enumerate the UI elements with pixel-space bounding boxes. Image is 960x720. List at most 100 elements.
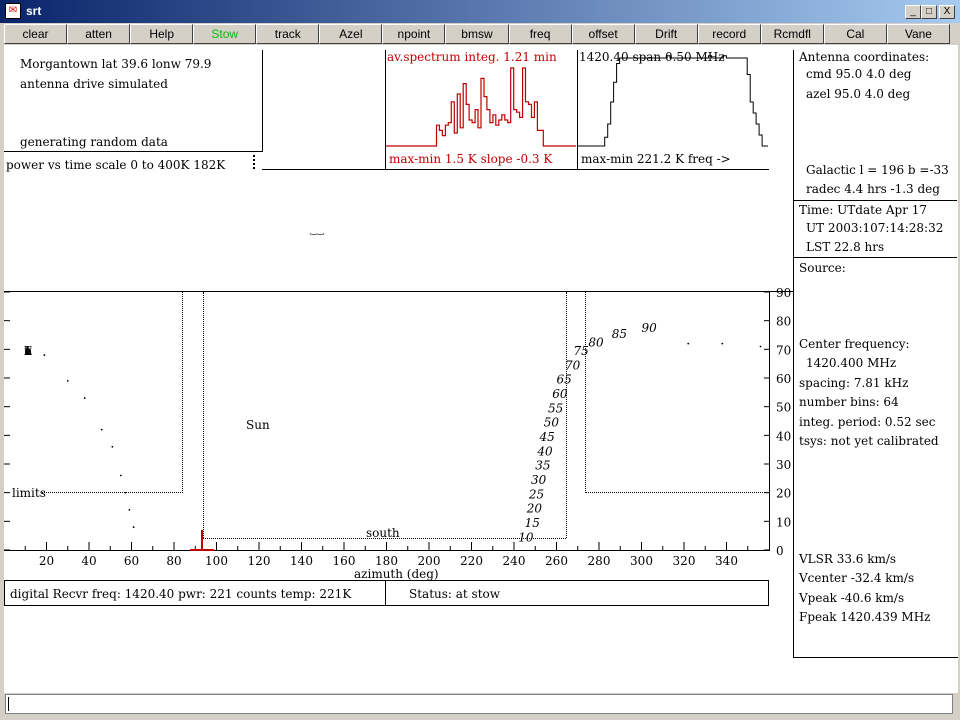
x-tick-label: 80 <box>166 554 181 568</box>
y-tick-label: 80 <box>776 315 791 329</box>
track-label: 10 <box>518 530 534 544</box>
x-tick-label: 260 <box>545 554 568 568</box>
ut-time: UT 2003:107:14:28:32 <box>806 221 944 235</box>
cal-button[interactable]: Cal <box>823 24 887 44</box>
help-button[interactable]: Help <box>130 24 194 44</box>
vpeak-text: Vpeak -40.6 km/s <box>799 591 905 605</box>
power-time-box <box>262 50 386 170</box>
vlsr-text: VLSR 33.6 km/s <box>799 552 897 566</box>
track-label: 40 <box>536 444 553 458</box>
source-label: Source: <box>799 261 846 275</box>
track-label: 20 <box>526 502 543 516</box>
av-spectrum-plot <box>386 67 576 147</box>
galactic-coords: Galactic l = 196 b =-33 <box>806 163 949 177</box>
x-tick-label: 180 <box>375 554 398 568</box>
command-input[interactable] <box>5 694 953 714</box>
x-tick-label: 280 <box>588 554 611 568</box>
data-status-text: generating random data <box>20 135 168 149</box>
x-tick-label: 140 <box>290 554 313 568</box>
track-label: 90 <box>642 321 658 335</box>
track-label: 55 <box>548 401 563 415</box>
freq-button[interactable]: freq <box>508 24 572 44</box>
track-label: 70 <box>565 358 581 372</box>
atten-button[interactable]: atten <box>67 24 131 44</box>
track-point <box>687 342 690 345</box>
av-spectrum-footer: max-min 1.5 K slope -0.3 K <box>389 152 553 166</box>
close-button[interactable]: X <box>939 5 955 19</box>
track-label: 35 <box>535 459 550 473</box>
time-label: Time: UTdate Apr 17 <box>799 203 928 217</box>
right-panel <box>793 50 958 658</box>
window-title: srt <box>26 4 42 18</box>
power-scale-label: power vs time scale 0 to 400K 182K <box>6 158 226 172</box>
sun-track-point <box>111 445 114 448</box>
offset-button[interactable]: offset <box>571 24 635 44</box>
text-caret <box>8 697 9 711</box>
record-button[interactable]: record <box>697 24 761 44</box>
track-button[interactable]: track <box>256 24 320 44</box>
power-scale-marker <box>253 155 255 169</box>
x-tick-label: 120 <box>248 554 271 568</box>
sun-track-point <box>128 508 131 511</box>
y-tick-label: 40 <box>776 429 791 443</box>
x-tick-label: 20 <box>39 554 54 568</box>
y-tick-label: 70 <box>776 343 791 357</box>
stow-button[interactable]: Stow <box>193 24 257 44</box>
status-divider <box>385 580 386 606</box>
drive-text: antenna drive simulated <box>20 77 168 91</box>
sun-track-point <box>43 354 46 356</box>
drift-button[interactable]: Drift <box>634 24 698 44</box>
azel-button[interactable]: Azel <box>319 24 383 44</box>
clear-button[interactable]: clear <box>4 24 68 44</box>
minimize-button[interactable]: _ <box>905 5 921 19</box>
track-label: 30 <box>531 473 547 487</box>
center-freq-label: Center frequency: <box>799 337 910 351</box>
sun-track-point <box>100 428 103 431</box>
track-label: 45 <box>539 430 555 444</box>
location-text: Morgantown lat 39.6 lonw 79.9 <box>20 57 212 71</box>
title-bar <box>0 0 960 23</box>
power-trace: ·‒·‒· <box>309 230 325 240</box>
y-tick-label: 90 <box>776 286 791 300</box>
spacing-text: spacing: 7.81 kHz <box>799 376 909 390</box>
tsys-text: tsys: not yet calibrated <box>799 434 939 448</box>
right-divider-2 <box>793 257 957 258</box>
track-point <box>721 342 724 345</box>
maximize-button[interactable]: □ <box>921 5 937 19</box>
rcmdfl-button[interactable]: Rcmdfl <box>760 24 824 44</box>
x-tick-label: 40 <box>81 554 96 568</box>
y-tick-label: 50 <box>776 401 791 415</box>
npoint-button[interactable]: npoint <box>382 24 446 44</box>
vane-button[interactable]: Vane <box>886 24 950 44</box>
x-tick-label: 240 <box>503 554 526 568</box>
track-label: 85 <box>612 327 627 341</box>
center-freq-value: 1420.400 MHz <box>806 356 897 370</box>
track-point <box>759 345 762 348</box>
sun-track-point <box>119 474 122 477</box>
receiver-text: digital Recvr freq: 1420.40 pwr: 221 cou… <box>10 587 352 601</box>
app-icon: ✉ <box>5 3 21 19</box>
y-tick-label: 30 <box>776 458 791 472</box>
x-tick-label: 100 <box>205 554 228 568</box>
sun-track-point <box>124 491 127 494</box>
x-tick-label: 220 <box>460 554 483 568</box>
sun-track-point <box>66 379 69 382</box>
y-tick-label: 20 <box>776 487 791 501</box>
antenna-azel: azel 95.0 4.0 deg <box>806 87 911 101</box>
x-tick-label: 340 <box>715 554 738 568</box>
lst-time: LST 22.8 hrs <box>806 240 885 254</box>
track-label: 75 <box>574 344 589 358</box>
sun-track-point <box>132 526 135 528</box>
y-tick-label: 10 <box>776 515 791 529</box>
right-divider-1 <box>793 200 957 201</box>
antenna-heading: Antenna coordinates: <box>799 50 930 64</box>
y-tick-label: 60 <box>776 372 791 386</box>
y-tick-label: 0 <box>776 544 784 558</box>
track-label: 15 <box>525 516 540 530</box>
fpeak-text: Fpeak 1420.439 MHz <box>799 610 931 624</box>
bmsw-button[interactable]: bmsw <box>445 24 509 44</box>
x-tick-label: 200 <box>418 554 441 568</box>
spectrum-plot <box>578 55 768 147</box>
vcenter-text: Vcenter -32.4 km/s <box>799 571 915 585</box>
track-label: 25 <box>528 487 544 501</box>
